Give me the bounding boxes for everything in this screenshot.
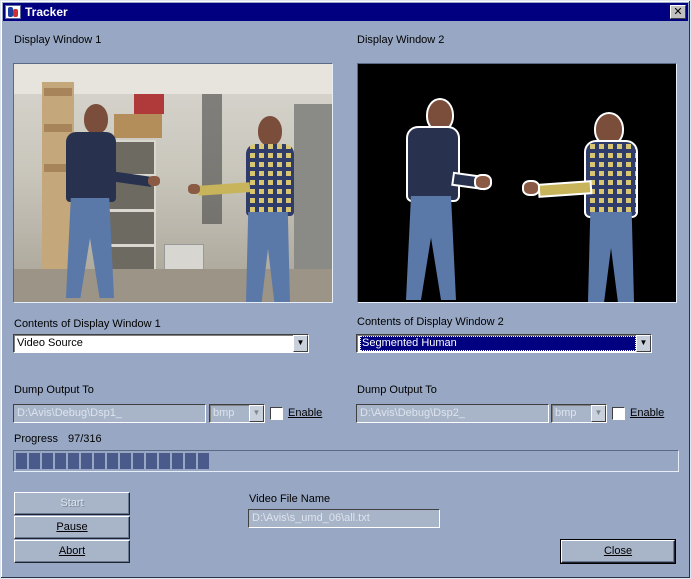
progress-block <box>42 453 53 469</box>
display-window-1 <box>13 63 333 303</box>
contents1-value: Video Source <box>17 337 83 349</box>
progress-block <box>81 453 92 469</box>
display2-label: Display Window 2 <box>357 34 445 46</box>
contents2-label: Contents of Display Window 2 <box>357 316 504 328</box>
progress-block <box>133 453 144 469</box>
dump2-format-select[interactable]: bmp ▼ <box>551 404 607 423</box>
progress-block <box>159 453 170 469</box>
pause-button-label: Pause <box>56 521 88 533</box>
chevron-down-icon[interactable]: ▼ <box>293 335 308 352</box>
progress-fill <box>16 453 676 469</box>
dump1-enable-checkbox[interactable] <box>270 407 283 420</box>
close-icon[interactable]: ✕ <box>670 5 686 19</box>
progress-value: 97/316 <box>68 433 102 445</box>
chevron-down-icon[interactable]: ▼ <box>591 405 606 422</box>
progress-bar <box>13 450 679 472</box>
dump1-path-field[interactable]: D:\Avis\Debug\Dsp1_ <box>13 404 206 423</box>
progress-block <box>68 453 79 469</box>
abort-button[interactable]: Abort <box>14 540 130 563</box>
dump1-format-value: bmp <box>213 407 235 419</box>
close-button[interactable]: Close <box>560 539 676 564</box>
pause-button[interactable]: Pause <box>14 516 130 539</box>
progress-block <box>185 453 196 469</box>
contents1-select[interactable]: Video Source ▼ <box>13 334 309 353</box>
title-bar[interactable]: Tracker ✕ <box>3 3 688 21</box>
start-button[interactable]: Start <box>14 492 130 515</box>
dump2-enable-checkbox[interactable] <box>612 407 625 420</box>
display1-label: Display Window 1 <box>14 34 102 46</box>
contents2-select[interactable]: Segmented Human ▼ <box>356 334 652 353</box>
tracker-app-icon[interactable] <box>5 5 21 19</box>
progress-block <box>29 453 40 469</box>
abort-button-label: Abort <box>58 545 86 557</box>
contents2-value: Segmented Human <box>360 336 636 351</box>
dump2-format-value: bmp <box>555 407 577 419</box>
dump1-format-select[interactable]: bmp ▼ <box>209 404 265 423</box>
display-window-2 <box>357 63 677 303</box>
video-file-field[interactable]: D:\Avis\s_umd_06\all.txt <box>248 509 440 528</box>
dump1-enable-label[interactable]: Enable <box>288 407 322 419</box>
window-title: Tracker <box>25 5 68 19</box>
progress-block <box>107 453 118 469</box>
progress-block <box>146 453 157 469</box>
video-file-label: Video File Name <box>249 493 331 505</box>
progress-label: Progress <box>14 433 59 445</box>
progress-block <box>16 453 27 469</box>
progress-block <box>94 453 105 469</box>
chevron-down-icon[interactable]: ▼ <box>636 335 651 352</box>
chevron-down-icon[interactable]: ▼ <box>249 405 264 422</box>
dump2-path-field[interactable]: D:\Avis\Debug\Dsp2_ <box>356 404 549 423</box>
progress-block <box>55 453 66 469</box>
progress-block <box>120 453 131 469</box>
contents1-label: Contents of Display Window 1 <box>14 318 161 330</box>
close-button-label: Close <box>603 545 633 557</box>
progress-block <box>172 453 183 469</box>
dump2-label: Dump Output To <box>357 384 437 396</box>
tracker-window: Tracker ✕ Display Window 1 Display Windo… <box>0 0 691 579</box>
dump1-label: Dump Output To <box>14 384 94 396</box>
dump2-enable-label[interactable]: Enable <box>630 407 664 419</box>
progress-block <box>198 453 209 469</box>
